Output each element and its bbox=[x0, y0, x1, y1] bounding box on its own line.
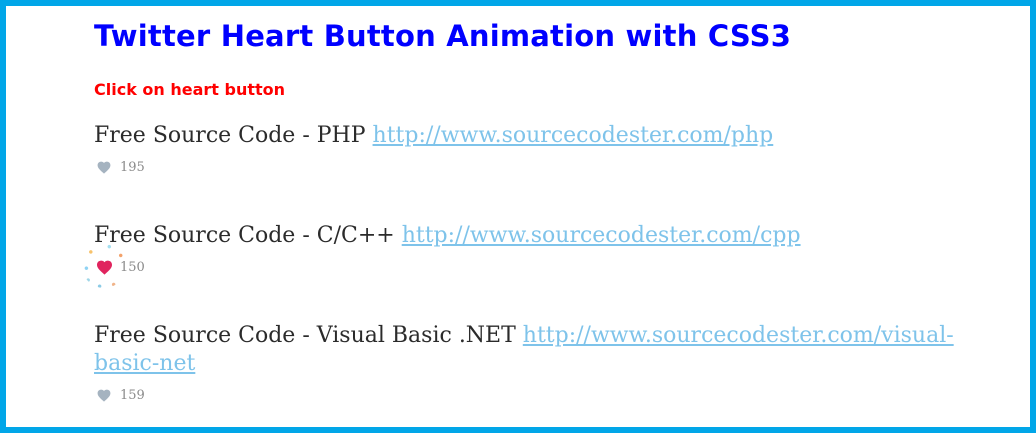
heart-shape bbox=[96, 260, 112, 275]
like-row: 159 bbox=[94, 386, 974, 404]
list-item: Free Source Code - Visual Basic .NET htt… bbox=[94, 322, 974, 404]
heart-shape bbox=[97, 389, 111, 402]
item-link[interactable]: http://www.sourcecodester.com/php bbox=[373, 123, 774, 148]
heart-shape bbox=[97, 161, 111, 174]
list-item: Free Source Code - C/C++ http://www.sour… bbox=[82, 222, 974, 288]
like-count: 150 bbox=[120, 259, 145, 275]
instruction-text: Click on heart button bbox=[94, 80, 286, 99]
item-title: Free Source Code - PHP bbox=[94, 123, 366, 148]
item-description: Free Source Code - C/C++ http://www.sour… bbox=[94, 222, 974, 250]
item-link[interactable]: http://www.sourcecodester.com/cpp bbox=[402, 223, 801, 248]
page-content: Twitter Heart Button Animation with CSS3… bbox=[82, 14, 974, 403]
item-title: Free Source Code - C/C++ bbox=[94, 223, 395, 248]
heart-icon[interactable] bbox=[94, 386, 114, 404]
item-title: Free Source Code - Visual Basic .NET bbox=[94, 323, 516, 348]
like-row: 150 bbox=[82, 244, 974, 288]
heart-icon[interactable] bbox=[94, 158, 114, 176]
page-frame: Twitter Heart Button Animation with CSS3… bbox=[0, 0, 1036, 433]
like-row: 195 bbox=[94, 158, 974, 176]
page-title: Twitter Heart Button Animation with CSS3 bbox=[94, 19, 792, 53]
heart-icon[interactable] bbox=[82, 244, 126, 288]
list-item: Free Source Code - PHP http://www.source… bbox=[94, 122, 974, 176]
item-description: Free Source Code - PHP http://www.source… bbox=[94, 122, 974, 150]
item-description: Free Source Code - Visual Basic .NET htt… bbox=[94, 322, 974, 378]
like-count: 195 bbox=[120, 159, 145, 175]
like-count: 159 bbox=[120, 387, 145, 403]
